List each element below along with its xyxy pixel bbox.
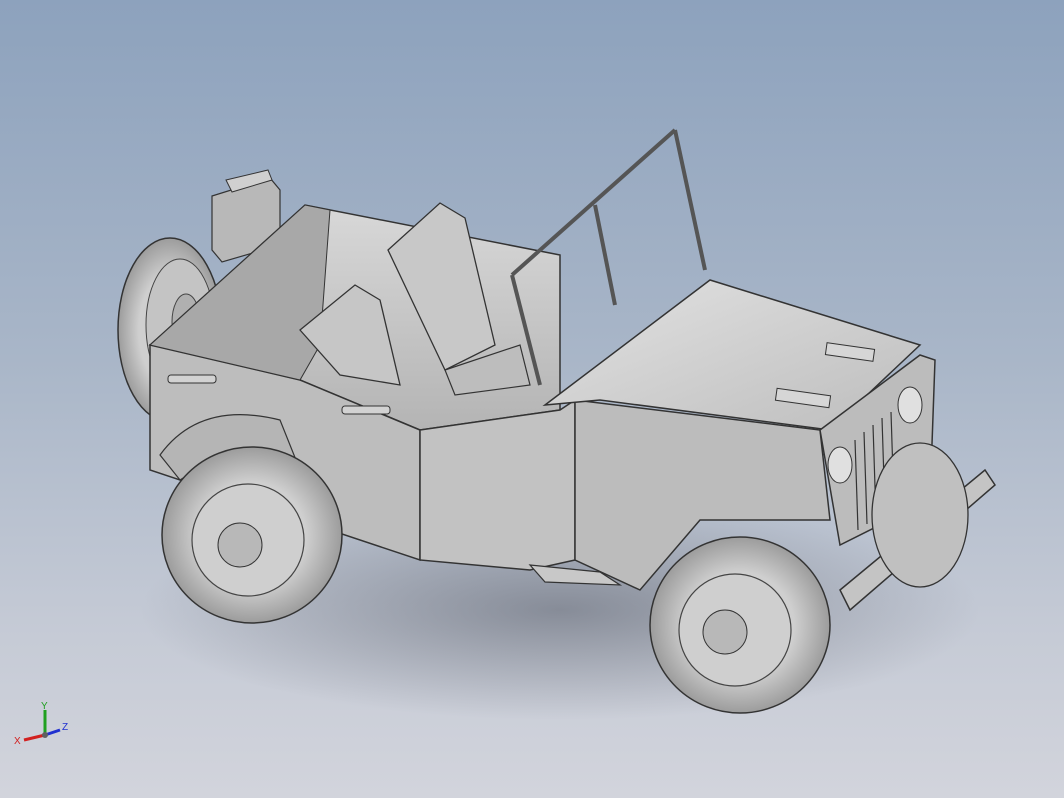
- rear-wheel: [161, 446, 343, 624]
- orientation-triad: X Y Z: [14, 701, 68, 747]
- front-wheel: [649, 536, 831, 714]
- graphics-viewport[interactable]: X Y Z: [0, 0, 1064, 798]
- x-axis-label: X: [14, 736, 21, 747]
- z-axis-label: Z: [62, 722, 68, 733]
- x-axis-icon: [23, 733, 46, 742]
- y-axis-label: Y: [41, 701, 48, 712]
- jeep-model[interactable]: [0, 0, 1064, 798]
- front-wheel-right: [871, 442, 969, 588]
